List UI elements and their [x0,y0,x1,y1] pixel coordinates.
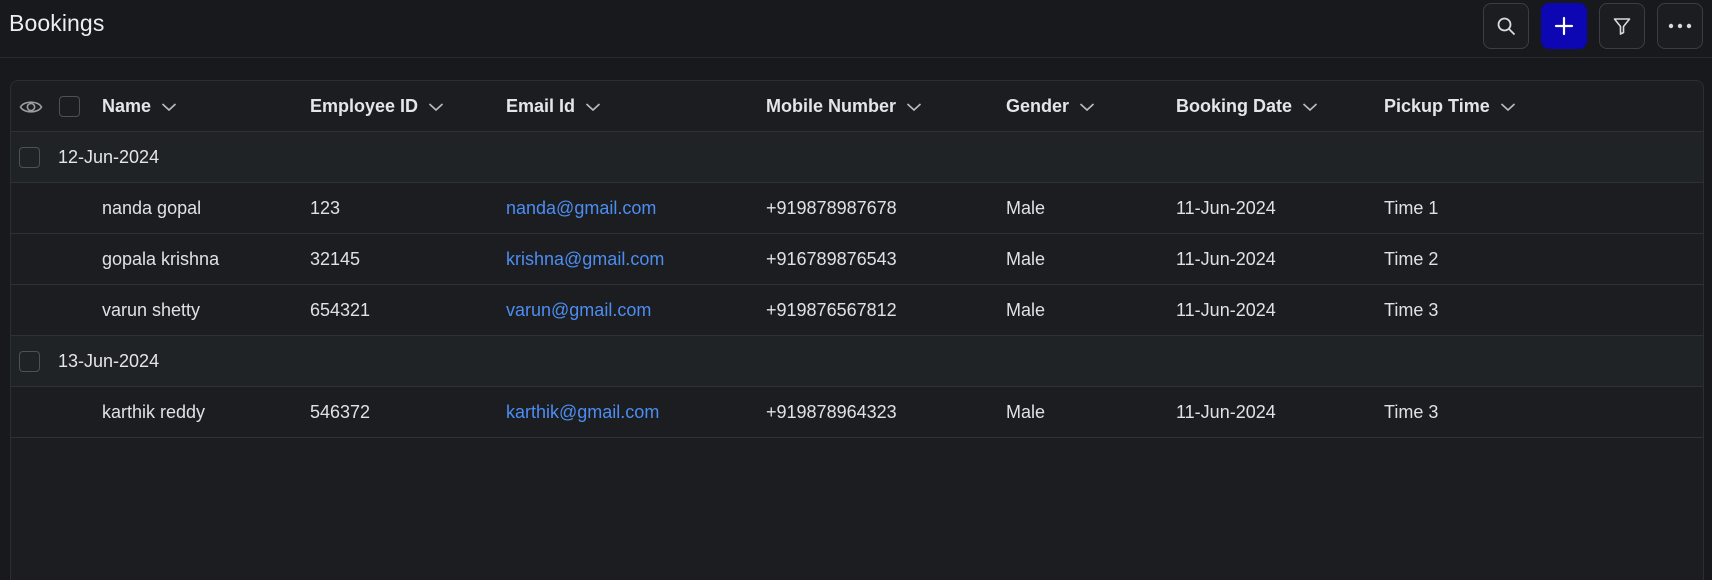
cell-mobile: +916789876543 [766,249,897,269]
group-label: 12-Jun-2024 [58,147,160,167]
chevron-down-icon [585,102,601,111]
cell-pickup-time: Time 1 [1384,198,1439,218]
column-header-pickup-time[interactable]: Pickup Time [1384,96,1516,117]
cell-name: gopala krishna [102,249,220,269]
table-row[interactable]: varun shetty 654321 varun@gmail.com +919… [11,285,1703,336]
cell-mobile: +919878987678 [766,198,897,218]
cell-pickup-time: Time 3 [1384,300,1439,320]
plus-icon [1554,16,1574,36]
cell-booking-date: 11-Jun-2024 [1176,249,1276,269]
column-label: Pickup Time [1384,96,1490,116]
cell-name: varun shetty [102,300,201,320]
chevron-down-icon [161,102,177,111]
table-row[interactable]: gopala krishna 32145 krishna@gmail.com +… [11,234,1703,285]
table-row[interactable]: karthik reddy 546372 karthik@gmail.com +… [11,387,1703,438]
cell-mobile: +919876567812 [766,300,897,320]
cell-email-link[interactable]: nanda@gmail.com [506,198,656,219]
group-checkbox[interactable] [19,351,40,372]
cell-name: karthik reddy [102,402,206,422]
cell-mobile: +919878964323 [766,402,897,422]
cell-employee-id: 123 [310,198,341,218]
cell-booking-date: 11-Jun-2024 [1176,198,1276,218]
table-row[interactable]: nanda gopal 123 nanda@gmail.com +9198789… [11,183,1703,234]
column-header-booking-date[interactable]: Booking Date [1176,96,1318,117]
filter-icon [1613,18,1631,35]
column-label: Gender [1006,96,1070,116]
page-title: Bookings [9,10,105,36]
column-header-mobile-number[interactable]: Mobile Number [766,96,922,117]
column-label: Mobile Number [766,96,897,116]
cell-email-link[interactable]: karthik@gmail.com [506,402,659,423]
table-header-row: Name Employee ID Email Id Mobile Number … [11,81,1703,132]
cell-gender: Male [1006,300,1046,320]
column-label: Email Id [506,96,576,116]
column-label: Name [102,96,152,116]
filter-button[interactable] [1599,3,1645,49]
cell-booking-date: 11-Jun-2024 [1176,402,1276,422]
search-icon [1497,17,1515,35]
chevron-down-icon [1500,102,1515,111]
chevron-down-icon [906,102,922,111]
column-header-gender[interactable]: Gender [1006,96,1095,117]
group-row[interactable]: 13-Jun-2024 [11,336,1703,387]
cell-email-link[interactable]: krishna@gmail.com [506,249,664,270]
top-bar: Bookings [0,0,1712,58]
cell-email-link[interactable]: varun@gmail.com [506,300,651,321]
eye-icon[interactable] [19,96,43,118]
column-label: Booking Date [1176,96,1293,116]
column-label: Employee ID [310,96,419,116]
cell-employee-id: 32145 [310,249,361,269]
cell-pickup-time: Time 2 [1384,249,1439,269]
group-label: 13-Jun-2024 [58,351,160,371]
group-row[interactable]: 12-Jun-2024 [11,132,1703,183]
more-options-button[interactable] [1657,3,1703,49]
more-icon [1668,23,1692,29]
column-header-email-id[interactable]: Email Id [506,96,601,117]
chevron-down-icon [1079,102,1095,111]
search-button[interactable] [1483,3,1529,49]
column-header-employee-id[interactable]: Employee ID [310,96,444,117]
chevron-down-icon [1302,102,1318,111]
cell-employee-id: 546372 [310,402,371,422]
cell-gender: Male [1006,198,1046,218]
bookings-table: Name Employee ID Email Id Mobile Number … [10,80,1704,580]
chevron-down-icon [429,102,444,111]
select-all-checkbox[interactable] [59,96,80,117]
add-button[interactable] [1541,3,1587,49]
column-header-name[interactable]: Name [102,96,177,117]
cell-pickup-time: Time 3 [1384,402,1439,422]
cell-gender: Male [1006,402,1046,422]
cell-name: nanda gopal [102,198,202,218]
cell-gender: Male [1006,249,1046,269]
cell-booking-date: 11-Jun-2024 [1176,300,1276,320]
cell-employee-id: 654321 [310,300,371,320]
group-checkbox[interactable] [19,147,40,168]
